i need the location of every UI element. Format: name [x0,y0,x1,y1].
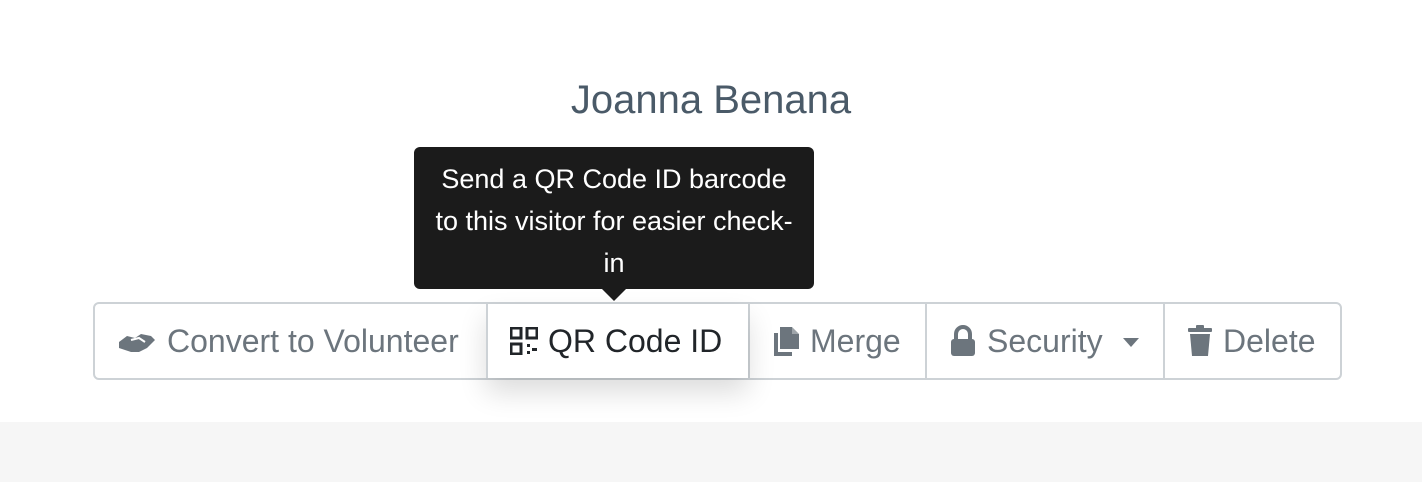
delete-button[interactable]: Delete [1163,304,1340,378]
security-dropdown-button[interactable]: Security [925,304,1163,378]
visitor-name: Joanna Benana [570,78,852,122]
qrcode-icon [510,327,538,355]
trash-icon [1187,325,1213,357]
handshake-icon [117,326,157,356]
merge-label: Merge [810,322,901,359]
chevron-down-icon [1122,337,1139,347]
delete-label: Delete [1223,322,1316,359]
lock-icon [949,325,977,357]
footer-band [0,422,1422,482]
security-label: Security [987,322,1103,359]
tooltip-arrow [602,289,626,301]
copy-icon [772,325,800,357]
qr-code-tooltip: Send a QR Code ID barcode to this visito… [414,147,814,289]
qr-code-id-button[interactable]: QR Code ID [486,304,748,378]
convert-to-volunteer-button[interactable]: Convert to Volunteer [95,304,486,378]
qr-code-id-label: QR Code ID [548,322,723,359]
convert-to-volunteer-label: Convert to Volunteer [167,322,459,359]
visitor-action-toolbar: Convert to Volunteer QR Code ID Merge Se… [93,302,1342,380]
merge-button[interactable]: Merge [748,304,925,378]
visitor-profile-page: Joanna Benana 27 Visits Convert to Volun… [0,0,1422,482]
